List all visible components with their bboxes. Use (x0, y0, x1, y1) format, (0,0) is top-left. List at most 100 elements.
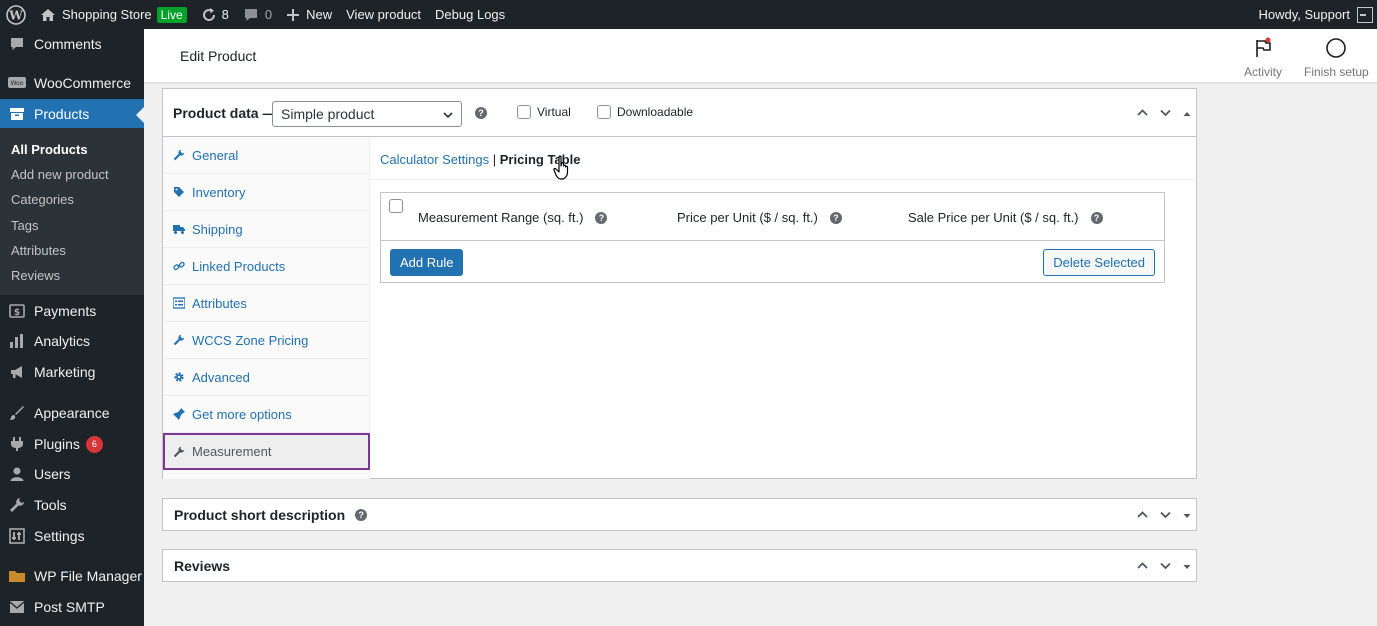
finish-setup-button[interactable]: Finish setup (1304, 37, 1369, 79)
live-badge: Live (156, 6, 187, 23)
delete-selected-button[interactable]: Delete Selected (1043, 249, 1155, 276)
comments-count: 0 (264, 7, 273, 22)
menu-marketing[interactable]: Marketing (0, 357, 144, 387)
help-icon[interactable]: ? (355, 508, 368, 521)
tab-label: Inventory (192, 184, 246, 200)
wp-logo-icon[interactable]: W (0, 0, 33, 29)
submenu-categories[interactable]: Categories (11, 192, 74, 207)
menu-tools[interactable]: Tools (0, 490, 144, 520)
activity-label: Activity (1244, 65, 1283, 79)
menu-wp-file-manager[interactable]: WP File Manager (0, 561, 144, 591)
products-submenu: All Products Add new product Categories … (0, 128, 144, 295)
tab-advanced[interactable]: Advanced (163, 359, 370, 396)
menu-woocommerce[interactable]: Woo WooCommerce (0, 68, 144, 98)
tab-shipping[interactable]: Shipping (163, 211, 370, 248)
hand-cursor-icon (553, 155, 573, 184)
divider (370, 179, 1196, 180)
help-icon[interactable]: ? (1090, 211, 1103, 224)
menu-users[interactable]: Users (0, 459, 144, 489)
submenu-tags[interactable]: Tags (11, 218, 38, 233)
submenu-reviews[interactable]: Reviews (11, 268, 60, 283)
plus-icon (286, 8, 300, 22)
tab-attributes[interactable]: Attributes (163, 285, 370, 322)
tab-general[interactable]: General (163, 137, 370, 174)
subtab-separator: | (492, 152, 497, 167)
reviews-box: Reviews (162, 549, 1197, 582)
menu-payments[interactable]: $ Payments (0, 296, 144, 326)
tab-label: Attributes (192, 295, 247, 311)
list-view-icon (173, 297, 185, 309)
menu-label: Settings (34, 528, 85, 544)
tab-inventory[interactable]: Inventory (163, 174, 370, 211)
comments-icon (8, 35, 26, 53)
site-name-link[interactable]: Shopping Store Live (33, 0, 194, 29)
subtab-calculator-settings[interactable]: Calculator Settings (380, 152, 489, 167)
chart-icon (8, 332, 26, 350)
box-controls (1136, 106, 1192, 122)
downloadable-checkbox-label[interactable]: Downloadable (597, 105, 693, 119)
measurement-panel: Calculator Settings | Pricing Table Meas… (370, 137, 1196, 479)
wrench-icon (173, 446, 185, 458)
submenu-all-products[interactable]: All Products (11, 142, 88, 157)
archive-icon (8, 105, 26, 123)
product-type-select[interactable]: Simple product (272, 101, 462, 127)
tab-get-more-options[interactable]: Get more options (163, 396, 370, 433)
menu-label: WooCommerce (34, 75, 131, 91)
tab-wccs-zone-pricing[interactable]: WCCS Zone Pricing (163, 322, 370, 359)
product-type-value: Simple product (281, 106, 375, 122)
menu-appearance[interactable]: Appearance (0, 398, 144, 428)
comments-link[interactable]: 0 (236, 0, 279, 29)
menu-plugins[interactable]: Plugins 6 (0, 429, 144, 459)
tag-icon (173, 186, 185, 198)
column-label: Sale Price per Unit ($ / sq. ft.) (908, 210, 1079, 225)
page-header: Edit Product Activity Finish setup (144, 29, 1377, 83)
virtual-checkbox[interactable] (517, 105, 531, 119)
expand-toggle-icon[interactable] (1182, 560, 1192, 575)
wrench-icon (8, 496, 26, 514)
box-controls (1136, 508, 1192, 524)
submenu-attributes[interactable]: Attributes (11, 243, 66, 258)
my-account-link[interactable]: Howdy, Support (1251, 0, 1377, 29)
email-icon (8, 598, 26, 616)
collapse-toggle-icon[interactable] (1182, 107, 1192, 122)
tab-measurement[interactable]: Measurement (163, 433, 370, 470)
menu-settings[interactable]: Settings (0, 521, 144, 551)
downloadable-label: Downloadable (617, 105, 694, 119)
help-icon[interactable]: ? (475, 107, 487, 119)
menu-products[interactable]: Products (0, 99, 144, 129)
menu-label: WP File Manager (34, 568, 142, 584)
tab-label: Advanced (192, 369, 250, 385)
debug-logs-link[interactable]: Debug Logs (428, 0, 512, 29)
virtual-checkbox-label[interactable]: Virtual (517, 105, 571, 119)
view-product-link[interactable]: View product (339, 0, 428, 29)
help-icon[interactable]: ? (829, 211, 842, 224)
move-down-icon[interactable] (1159, 559, 1172, 575)
expand-toggle-icon[interactable] (1182, 509, 1192, 524)
move-up-icon[interactable] (1136, 106, 1149, 122)
help-icon[interactable]: ? (595, 211, 608, 224)
folder-icon (8, 567, 26, 585)
short-description-header[interactable]: Product short description ? (163, 499, 1196, 530)
activity-button[interactable]: Activity (1244, 37, 1282, 79)
move-up-icon[interactable] (1136, 508, 1149, 524)
reviews-header[interactable]: Reviews (163, 550, 1196, 581)
select-all-checkbox[interactable] (389, 199, 403, 213)
chevron-down-icon (442, 108, 454, 124)
submenu-add-new-product[interactable]: Add new product (11, 167, 109, 182)
menu-analytics[interactable]: Analytics (0, 326, 144, 356)
menu-comments[interactable]: Comments (0, 29, 144, 59)
truck-icon (173, 223, 185, 235)
new-content-link[interactable]: New (279, 0, 339, 29)
add-rule-button[interactable]: Add Rule (390, 249, 464, 276)
updates-link[interactable]: 8 (194, 0, 236, 29)
move-down-icon[interactable] (1159, 508, 1172, 524)
brush-icon (8, 404, 26, 422)
tab-linked-products[interactable]: Linked Products (163, 248, 370, 285)
menu-post-smtp[interactable]: Post SMTP (0, 592, 144, 622)
menu-label: Users (34, 466, 71, 482)
avatar (1357, 6, 1373, 23)
wrench-icon (173, 149, 185, 161)
move-up-icon[interactable] (1136, 559, 1149, 575)
move-down-icon[interactable] (1159, 106, 1172, 122)
downloadable-checkbox[interactable] (597, 105, 611, 119)
